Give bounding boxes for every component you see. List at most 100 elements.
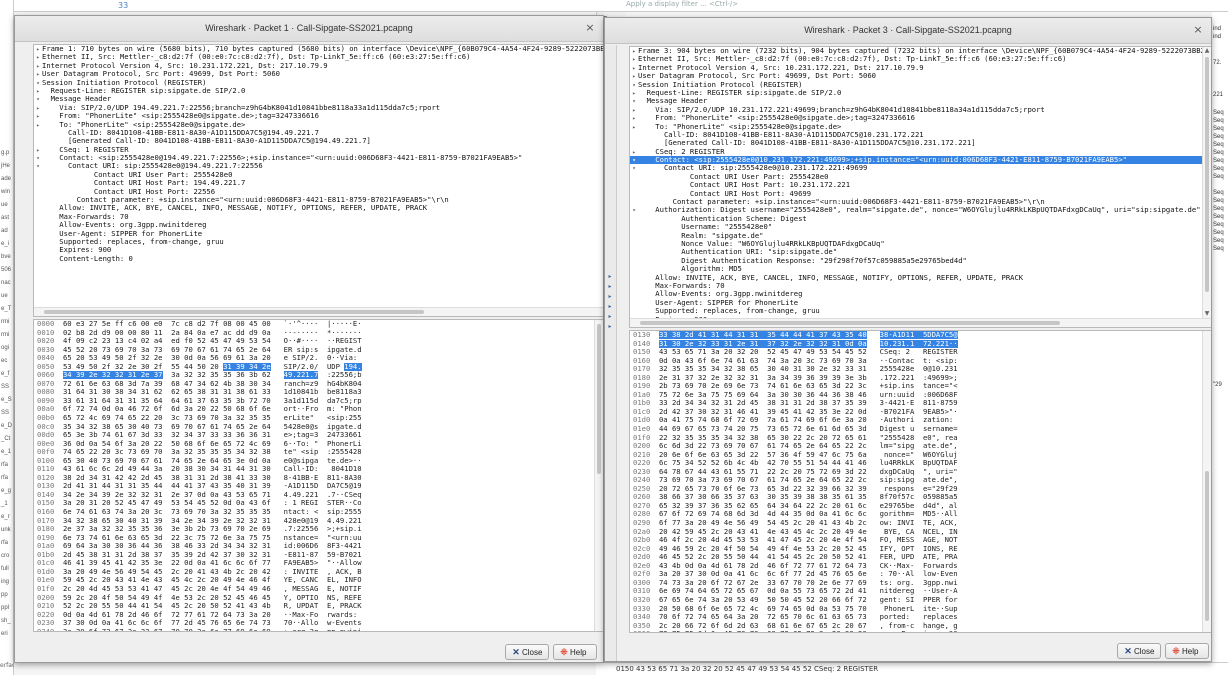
hex-row[interactable]: 0240 73 69 70 3a 73 69 70 67 61 74 65 2e… [633, 476, 1211, 485]
tree-row[interactable]: ▸ Request-Line: REGISTER sip:sipgate.de … [630, 89, 1211, 97]
bytes-vertical-scrollbar[interactable] [594, 320, 603, 631]
tree-row[interactable]: Expires: 900 [34, 246, 603, 254]
tree-row[interactable]: ▾ Contact URI: sip:2555428e0@194.49.221.… [34, 162, 603, 170]
tree-row[interactable]: ▸ From: "PhonerLite" <sip:2555428e0@sipg… [630, 114, 1211, 122]
display-filter-input[interactable]: Apply a display filter ... <Ctrl-/> [626, 0, 738, 8]
expanded-arrow-icon[interactable]: ▾ [630, 207, 638, 214]
packet-details-tree[interactable]: ▸ Frame 1: 710 bytes on wire (5680 bits),… [33, 44, 603, 317]
tree-row[interactable]: ▸ Ethernet II, Src: Mettler-_c8:d2:7f (00… [34, 53, 603, 61]
collapsed-arrow-icon[interactable]: ▸ [630, 65, 638, 72]
tree-horizontal-scrollbar[interactable] [34, 307, 603, 316]
dialog-titlebar[interactable]: Wireshark · Packet 1 · Call-Sipgate-SS20… [15, 16, 603, 42]
collapsed-arrow-icon[interactable]: ▸ [630, 73, 638, 80]
tree-row[interactable]: Nonce Value: "W6OYGlujlu4RRkLKBpUQTDAFdx… [630, 240, 1211, 248]
tree-row[interactable]: ▸ Frame 1: 710 bytes on wire (5680 bits),… [34, 45, 603, 53]
collapsed-arrow-icon[interactable]: ▸ [630, 107, 638, 114]
collapsed-arrow-icon[interactable]: ▸ [34, 46, 42, 53]
hex-row[interactable]: 0160 6e 74 61 63 74 3a 20 3c 73 69 70 3a… [37, 508, 603, 517]
tree-row[interactable]: ▸ Internet Protocol Version 4, Src: 10.23… [34, 62, 603, 70]
hex-row[interactable]: 0020 4f 09 c2 23 13 c4 02 a4 ed f0 52 45… [37, 337, 603, 346]
collapsed-arrow-icon[interactable]: ▸ [630, 149, 638, 156]
hex-row[interactable]: 01f0 2c 20 4d 45 53 53 41 47 45 2c 20 4e… [37, 585, 603, 594]
tree-row[interactable]: Contact parameter: +sip.instance="<urn:u… [34, 196, 603, 204]
hex-row[interactable]: 0200 6c 6d 3d 22 73 69 70 67 61 74 65 2e… [633, 442, 1211, 451]
hex-row[interactable]: 0300 74 73 3a 20 6f 72 67 2e 33 67 70 70… [633, 579, 1211, 588]
collapsed-arrow-icon[interactable]: ▸ [34, 54, 42, 61]
tree-row[interactable]: ▾ Contact: <sip:2555428e0@194.49.221.7:2… [34, 154, 603, 162]
tree-row[interactable]: Supported: replaces, from-change, gruu [630, 307, 1211, 315]
hex-row[interactable]: 01b0 33 2d 34 34 32 31 2d 45 38 31 31 2d… [633, 399, 1211, 408]
expanded-arrow-icon[interactable]: ▾ [630, 98, 638, 105]
collapsed-arrow-icon[interactable]: ▸ [34, 113, 42, 120]
hex-row[interactable]: 0050 53 49 50 2f 32 2e 30 2f 55 44 50 20… [37, 362, 603, 372]
hex-row[interactable]: 02d0 46 45 52 2c 20 55 50 44 41 54 45 2c… [633, 553, 1211, 562]
collapsed-arrow-icon[interactable]: ▸ [34, 71, 42, 78]
tree-row[interactable]: ▾ Session Initiation Protocol (REGISTER) [34, 79, 603, 87]
tree-row[interactable]: User-Agent: SIPPER for PhonerLite [630, 299, 1211, 307]
tree-row[interactable]: ▾ Message Header [630, 97, 1211, 105]
tree-row[interactable]: ▸ To: "PhonerLite" <sip:2555428e0@sipgat… [630, 123, 1211, 131]
tree-row[interactable]: Algorithm: MD5 [630, 265, 1211, 273]
hex-row[interactable]: 0210 52 2c 20 55 50 44 41 54 45 2c 20 50… [37, 602, 603, 611]
hex-row[interactable]: 0190 6e 73 74 61 6e 63 65 3d 22 3c 75 72… [37, 534, 603, 543]
hex-row[interactable]: 00d0 65 3e 3b 74 61 67 3d 33 32 34 37 33… [37, 431, 603, 440]
hex-row[interactable]: 02f0 3a 20 37 30 0d 0a 41 6c 6c 6f 77 2d… [633, 570, 1211, 579]
packet-details-tree[interactable]: ▸ Frame 3: 904 bytes on wire (7232 bits),… [629, 46, 1211, 328]
tree-row[interactable]: Contact parameter: +sip.instance="<urn:u… [630, 198, 1211, 206]
expanded-arrow-icon[interactable]: ▾ [34, 163, 42, 170]
tree-row[interactable]: Allow: INVITE, ACK, BYE, CANCEL, INFO, M… [34, 204, 603, 212]
tree-row[interactable]: ▸ To: "PhonerLite" <sip:2555428e0@sipgat… [34, 121, 603, 129]
tree-row[interactable]: Max-Forwards: 70 [34, 213, 603, 221]
tree-row[interactable]: Authentication URI: "sip:sipgate.de" [630, 248, 1211, 256]
collapsed-arrow-icon[interactable]: ▸ [630, 124, 638, 131]
tree-row[interactable]: ▾ Message Header [34, 95, 603, 103]
hex-row[interactable]: 0350 2c 20 66 72 6f 6d 2d 63 68 61 6e 67… [633, 622, 1211, 631]
hex-row[interactable]: 0150 3a 20 31 20 52 45 47 49 53 54 45 52… [37, 499, 603, 508]
hex-row[interactable]: 02a0 20 42 59 45 2c 20 43 41 4e 43 45 4c… [633, 528, 1211, 537]
hex-row[interactable]: 0130 33 38 2d 41 31 44 31 31 35 44 44 41… [633, 331, 1211, 340]
tree-row[interactable]: ▸ CSeq: 2 REGISTER [630, 148, 1211, 156]
hex-row[interactable]: 0120 38 2d 34 31 42 42 2d 45 38 31 31 2d… [37, 474, 603, 483]
collapsed-arrow-icon[interactable]: ▸ [630, 48, 638, 55]
hex-row[interactable]: 01d0 0a 41 75 74 68 6f 72 69 7a 61 74 69… [633, 416, 1211, 425]
expanded-arrow-icon[interactable]: ▾ [34, 80, 42, 87]
hex-row[interactable]: 00f0 74 65 22 20 3c 73 69 70 3a 32 35 35… [37, 448, 603, 457]
hex-row[interactable]: 0140 31 30 2e 32 33 31 2e 31 37 32 2e 32… [633, 339, 1211, 349]
hex-row[interactable]: 0030 45 52 20 73 69 70 3a 73 69 70 67 61… [37, 346, 603, 355]
tree-row[interactable]: Allow-Events: org.3gpp.nwinitdereg [630, 290, 1211, 298]
tree-row[interactable]: Allow-Events: org.3gpp.nwinitdereg [34, 221, 603, 229]
hex-row[interactable]: 0100 65 30 40 73 69 70 67 61 74 65 2e 64… [37, 457, 603, 466]
tree-row[interactable]: ▾ Session Initiation Protocol (REGISTER) [630, 81, 1211, 89]
tree-row[interactable]: Realm: "sipgate.de" [630, 232, 1211, 240]
hex-row[interactable]: 0240 3a 20 6f 72 67 2e 33 67 70 70 2e 6e… [37, 628, 603, 631]
hex-row[interactable]: 0260 38 66 37 30 66 35 37 63 30 35 39 38… [633, 493, 1211, 502]
tree-row[interactable]: Contact URI Host Part: 10.231.172.221 [630, 181, 1211, 189]
packet-bytes-pane[interactable]: 0000 60 e3 27 5e ff c6 00 e0 7c c8 d2 7f… [33, 319, 603, 632]
close-button[interactable]: ✕ Close [505, 644, 549, 660]
collapsed-arrow-icon[interactable]: ▸ [630, 90, 638, 97]
tree-row[interactable]: Contact URI User Part: 2555428e0 [34, 171, 603, 179]
expanded-arrow-icon[interactable]: ▾ [630, 82, 638, 89]
tree-row[interactable]: ▸ User Datagram Protocol, Src Port: 49699… [630, 72, 1211, 80]
collapsed-arrow-icon[interactable]: ▸ [630, 115, 638, 122]
tree-row[interactable]: ▾ Authorization: Digest username="255542… [630, 206, 1211, 214]
tree-row[interactable]: Call-ID: 8041D108-41BB-E811-8A30-A1D115D… [34, 129, 603, 137]
tree-row[interactable]: ▸ User Datagram Protocol, Src Port: 49699… [34, 70, 603, 78]
tree-row[interactable]: ▸ Request-Line: REGISTER sip:sipgate.de … [34, 87, 603, 95]
tree-row[interactable]: Username: "2555428e0" [630, 223, 1211, 231]
hex-row[interactable]: 00c0 35 34 32 38 65 30 40 73 69 70 67 61… [37, 423, 603, 432]
expanded-arrow-icon[interactable]: ▾ [630, 165, 638, 172]
hex-row[interactable]: 00b0 65 72 4c 69 74 65 22 20 3c 73 69 70… [37, 414, 603, 423]
bytes-vertical-scrollbar[interactable] [1202, 331, 1211, 632]
tree-row[interactable]: Content-Length: 0 [34, 255, 603, 263]
hex-row[interactable]: 01c0 46 41 39 45 41 42 35 3e 22 0d 0a 41… [37, 559, 603, 568]
tree-row[interactable]: Call-ID: 8041D108-41BB-E811-8A30-A1D115D… [630, 131, 1211, 139]
expanded-arrow-icon[interactable]: ▾ [34, 155, 42, 162]
hex-row[interactable]: 01a0 75 72 6e 3a 75 75 69 64 3a 30 30 36… [633, 391, 1211, 400]
hex-row[interactable]: 0190 2b 73 69 70 2e 69 6e 73 74 61 6e 63… [633, 382, 1211, 391]
hex-row[interactable]: 0310 6e 69 74 64 65 72 65 67 0d 0a 55 73… [633, 587, 1211, 596]
hex-row[interactable]: 0360 72 75 75 0d 0a 45 78 70 69 72 65 73… [633, 630, 1211, 632]
tree-row[interactable]: [Generated Call-ID: 8041D108-41BB-E811-8… [34, 137, 603, 145]
tree-row[interactable]: Max-Forwards: 70 [630, 282, 1211, 290]
hex-row[interactable]: 0180 2e 37 3a 32 32 35 35 36 3e 3b 2b 73… [37, 525, 603, 534]
